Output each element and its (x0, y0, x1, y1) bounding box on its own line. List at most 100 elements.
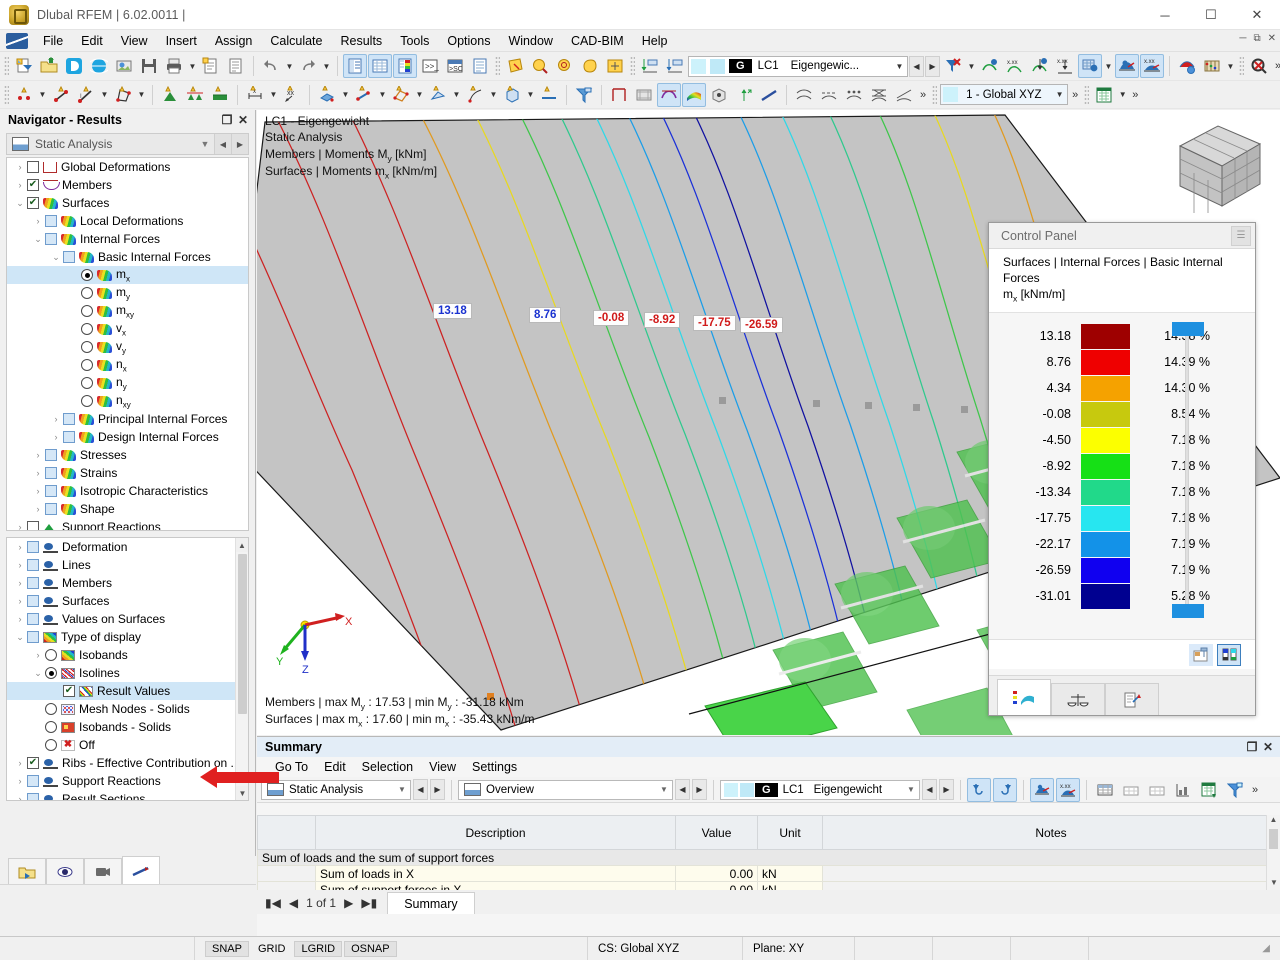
goto-next-icon[interactable] (993, 778, 1017, 802)
sm-lc-caret[interactable]: ▼ (903, 785, 919, 794)
toolbar-grip[interactable] (4, 56, 9, 76)
checkbox[interactable] (45, 215, 57, 227)
edit-colors-icon[interactable] (1189, 644, 1213, 666)
new-node-icon[interactable] (12, 83, 36, 107)
coordinate-system-combo[interactable]: 1 - Global XYZ ▼ (940, 84, 1068, 105)
expander-icon[interactable]: ⌄ (13, 632, 27, 643)
lc-dropdown-caret[interactable]: ▼ (892, 62, 907, 71)
fload-dropdown-caret[interactable]: ▼ (451, 83, 462, 107)
show-diagram-icon[interactable] (1030, 778, 1054, 802)
cancel-selection-icon[interactable] (1247, 54, 1271, 78)
summary-view-prev[interactable]: ◀ (675, 779, 690, 800)
summary-analysis-prev[interactable]: ◀ (413, 779, 428, 800)
lc-next-button[interactable]: ▶ (925, 56, 940, 77)
lgrid-button[interactable]: LGRID (294, 941, 342, 957)
summary-menu-view[interactable]: View (421, 759, 464, 775)
member-dropdown-caret[interactable]: ▼ (99, 83, 110, 107)
summary-analysis-combo[interactable]: Static Analysis ▼ (261, 780, 411, 800)
import-loadcase-icon[interactable] (638, 54, 662, 78)
tree-item-members[interactable]: ›Members (7, 574, 248, 592)
goto-previous-icon[interactable] (967, 778, 991, 802)
result-value-label[interactable]: 8.76 (529, 307, 561, 323)
member-divisions-icon[interactable] (842, 83, 866, 107)
table-filter-rows-icon[interactable] (1119, 778, 1143, 802)
expander-icon[interactable]: › (31, 216, 45, 226)
show-values-2-icon[interactable]: x.xx (1053, 54, 1077, 78)
mdi-close-icon[interactable]: ✕ (1268, 33, 1276, 44)
tree-item-n[interactable]: ny (7, 374, 248, 392)
expander-icon[interactable]: › (31, 468, 45, 478)
summary-table[interactable]: Description Value Unit Notes Sum of load… (257, 815, 1280, 891)
summary-view-combo[interactable]: Overview ▼ (458, 780, 673, 800)
print-icon[interactable] (162, 54, 186, 78)
expander-icon[interactable]: ⌄ (31, 234, 45, 245)
result-value-label[interactable]: 13.18 (433, 303, 472, 319)
tree-item-m[interactable]: mx (7, 266, 248, 284)
radio-button[interactable] (81, 287, 93, 299)
summary-view-next[interactable]: ▶ (692, 779, 707, 800)
checkbox[interactable] (45, 449, 57, 461)
new-nodal-support-icon[interactable] (158, 83, 182, 107)
grid-dropdown-caret[interactable]: ▼ (1103, 54, 1114, 78)
pager-prev-icon[interactable]: ◀ (289, 896, 298, 910)
render-settings-icon[interactable] (1175, 54, 1199, 78)
expander-icon[interactable]: › (31, 504, 45, 514)
analysis-dropdown-caret[interactable]: ▼ (196, 139, 214, 149)
radio-button[interactable] (45, 667, 57, 679)
expander-icon[interactable]: ⌄ (13, 198, 27, 209)
printout-report-icon[interactable] (199, 54, 223, 78)
zoom-window-icon[interactable] (528, 54, 552, 78)
col-header-description[interactable]: Description (316, 816, 676, 850)
checkbox[interactable] (63, 431, 75, 443)
show-numeric-values-icon[interactable]: x.xx (1056, 778, 1080, 802)
tree-item-support-reactions[interactable]: ›Support Reactions (7, 772, 248, 790)
checkbox[interactable]: ✔ (27, 179, 39, 191)
mdi-minimize-icon[interactable]: ─ (1239, 33, 1246, 44)
tree-item-global-deformations[interactable]: ›Global Deformations (7, 158, 248, 176)
lc-prev-button[interactable]: ◀ (909, 56, 924, 77)
radio-button[interactable] (45, 739, 57, 751)
control-panel-tab-filter[interactable] (1105, 683, 1159, 715)
export-loadcase-icon[interactable] (663, 54, 687, 78)
undo-icon[interactable] (259, 54, 283, 78)
new-nodal-load-icon[interactable] (315, 83, 339, 107)
radio-button[interactable] (81, 395, 93, 407)
tree-item-deformation[interactable]: ›Deformation (7, 538, 248, 556)
osnap-button[interactable]: OSNAP (344, 941, 397, 957)
new-member-icon[interactable]: I (74, 83, 98, 107)
summary-scroll-thumb[interactable] (1269, 829, 1278, 849)
summary-menu-settings[interactable]: Settings (464, 759, 525, 775)
legend-color-swatch[interactable] (1081, 454, 1130, 479)
menu-item-file[interactable]: File (34, 32, 72, 50)
tree-item-ribs-effective-contribution-on[interactable]: ›✔Ribs - Effective Contribution on ... (7, 754, 248, 772)
nload-dropdown-caret[interactable]: ▼ (340, 83, 351, 107)
checkbox[interactable] (27, 541, 39, 553)
analysis-prev-button[interactable]: ◀ (214, 134, 231, 154)
checkbox[interactable] (45, 485, 57, 497)
legend-color-swatch[interactable] (1081, 350, 1130, 375)
col-header-unit[interactable]: Unit (758, 816, 823, 850)
tables-panel-icon[interactable] (368, 54, 392, 78)
new-member-load-icon[interactable] (352, 83, 376, 107)
member-eccentricity-icon[interactable] (867, 83, 891, 107)
expander-icon[interactable]: › (13, 578, 27, 588)
dim-dropdown-caret[interactable]: ▼ (268, 83, 279, 107)
filter-clear-icon[interactable] (941, 54, 965, 78)
checkbox[interactable] (45, 233, 57, 245)
legend-slider-track[interactable] (1185, 327, 1189, 617)
tree-item-internal-forces[interactable]: ⌄Internal Forces (7, 230, 248, 248)
control-panel-tab-factors[interactable] (1051, 683, 1105, 715)
radio-button[interactable] (45, 721, 57, 733)
save-icon[interactable] (137, 54, 161, 78)
checkbox[interactable] (27, 631, 39, 643)
cs-overflow-chevron[interactable]: » (1069, 89, 1081, 101)
table-selected-rows-icon[interactable] (1145, 778, 1169, 802)
member-results-icon[interactable] (657, 83, 681, 107)
result-values-toolbar-icon[interactable]: x.xx (1140, 54, 1164, 78)
radio-button[interactable] (45, 649, 57, 661)
new-surface-support-icon[interactable] (208, 83, 232, 107)
navigator-tab-views[interactable] (84, 858, 122, 884)
excel-export-summary-icon[interactable] (1197, 778, 1221, 802)
expander-icon[interactable]: › (13, 614, 27, 624)
summary-sheet-tab[interactable]: Summary (387, 892, 474, 914)
